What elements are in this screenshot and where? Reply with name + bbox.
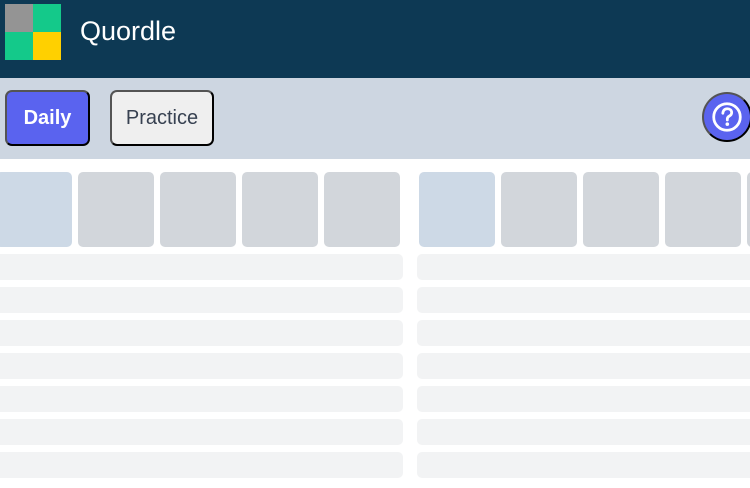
quordle-logo-icon — [5, 4, 61, 60]
letter-tile[interactable] — [583, 172, 659, 247]
empty-guess-row — [417, 287, 750, 313]
empty-guess-row — [0, 254, 403, 280]
empty-guess-row — [0, 353, 403, 379]
game-board-area — [0, 159, 750, 488]
help-button[interactable] — [702, 92, 750, 142]
empty-guess-row — [417, 452, 750, 478]
letter-tile[interactable] — [78, 172, 154, 247]
quordle-app: Quordle Daily Practice — [0, 0, 750, 488]
letter-tile[interactable] — [324, 172, 400, 247]
quordle-board — [417, 159, 750, 488]
quordle-board — [0, 159, 403, 488]
logo-cell — [33, 4, 61, 32]
letter-tile[interactable] — [242, 172, 318, 247]
empty-guess-row — [0, 320, 403, 346]
question-circle-icon — [712, 102, 742, 132]
empty-guess-row — [417, 320, 750, 346]
letter-tile[interactable] — [501, 172, 577, 247]
letter-tile[interactable] — [160, 172, 236, 247]
letter-tile[interactable] — [419, 172, 495, 247]
empty-guess-row — [417, 419, 750, 445]
empty-guess-row — [0, 287, 403, 313]
tab-practice[interactable]: Practice — [110, 90, 214, 146]
empty-guess-row — [0, 419, 403, 445]
logo-cell — [5, 4, 33, 32]
letter-tile[interactable] — [665, 172, 741, 247]
logo-cell — [33, 32, 61, 60]
empty-guess-row — [0, 452, 403, 478]
empty-guess-row — [417, 386, 750, 412]
logo-cell — [5, 32, 33, 60]
empty-guess-row — [417, 353, 750, 379]
mode-tabs: Daily Practice — [0, 78, 750, 159]
empty-guess-row — [0, 386, 403, 412]
app-title: Quordle — [80, 16, 177, 46]
header-bar: Quordle — [0, 0, 750, 78]
empty-guess-row — [417, 254, 750, 280]
letter-tile[interactable] — [0, 172, 72, 247]
tab-daily[interactable]: Daily — [5, 90, 90, 146]
